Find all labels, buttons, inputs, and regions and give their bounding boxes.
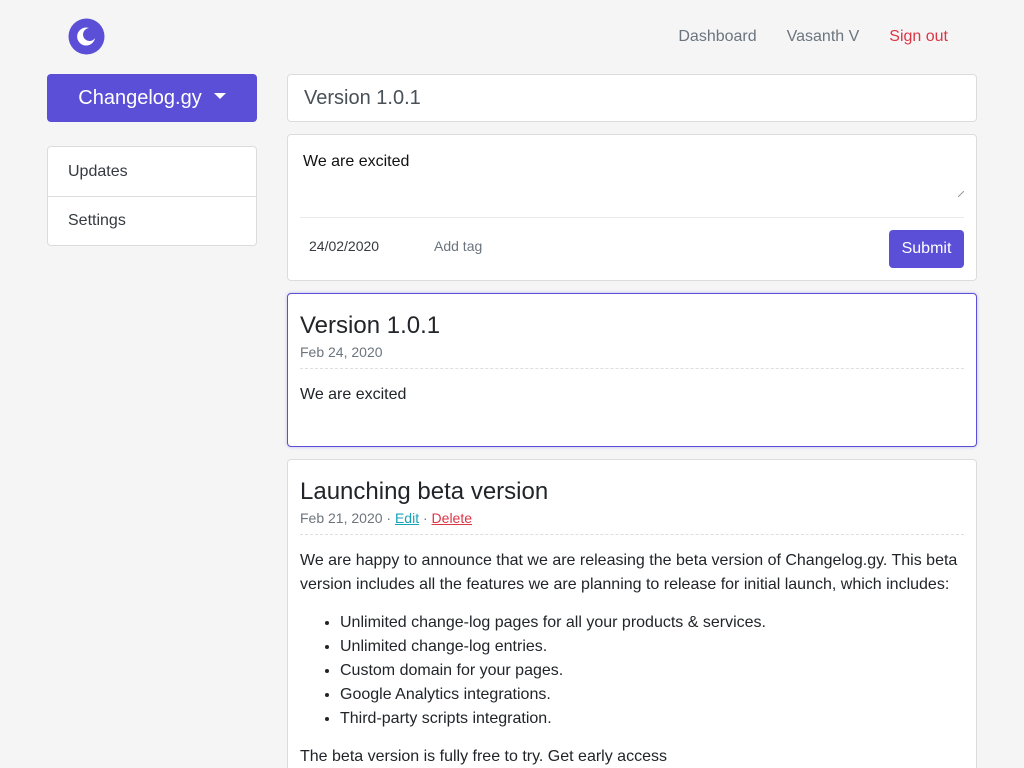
brand-logo-icon[interactable] — [68, 18, 105, 55]
nav-signout-link[interactable]: Sign out — [889, 27, 948, 47]
entry-title-value: Version 1.0.1 — [304, 87, 421, 110]
entry-title: Version 1.0.1 — [300, 312, 964, 340]
edit-entry-link[interactable]: Edit — [395, 510, 419, 526]
editor-divider — [300, 217, 964, 218]
top-nav: Dashboard Vasanth V Sign out — [678, 27, 948, 47]
resize-handle-icon[interactable] — [958, 191, 964, 197]
entry-meta: Feb 24, 2020 — [300, 344, 964, 369]
entry-date-input[interactable]: 24/02/2020 — [309, 238, 383, 254]
meta-separator: · — [423, 510, 428, 526]
list-item: Unlimited change-log entries. — [340, 635, 964, 659]
caret-down-icon — [214, 93, 226, 99]
list-item: Custom domain for your pages. — [340, 659, 964, 683]
list-item: Google Analytics integrations. — [340, 683, 964, 707]
entry-title-input[interactable]: Version 1.0.1 — [287, 74, 977, 122]
list-item: Third-party scripts integration. — [340, 707, 964, 731]
changelog-entry[interactable]: Version 1.0.1 Feb 24, 2020 We are excite… — [287, 293, 977, 447]
project-dropdown-button[interactable]: Changelog.gy — [47, 74, 257, 122]
entry-body-continued: The beta version is fully free to try. G… — [300, 745, 964, 768]
list-item: Unlimited change-log pages for all your … — [340, 611, 964, 635]
nav-dashboard-link[interactable]: Dashboard — [678, 27, 756, 47]
entry-date: Feb 24, 2020 — [300, 344, 383, 360]
entry-meta: Feb 21, 2020 · Edit · Delete — [300, 510, 964, 535]
nav-user-link[interactable]: Vasanth V — [787, 27, 860, 47]
submit-button[interactable]: Submit — [889, 230, 964, 268]
meta-separator: · — [386, 510, 391, 526]
changelog-entry: Launching beta version Feb 21, 2020 · Ed… — [287, 459, 977, 768]
sidebar-item-label: Updates — [68, 163, 128, 181]
project-name: Changelog.gy — [78, 87, 201, 110]
delete-entry-link[interactable]: Delete — [432, 510, 472, 526]
entry-body: We are excited — [300, 383, 964, 407]
feature-list: Unlimited change-log pages for all your … — [340, 611, 964, 731]
entry-body-textarea[interactable]: We are excited — [303, 153, 409, 171]
sidebar-item-updates[interactable]: Updates — [48, 147, 256, 196]
entry-date: Feb 21, 2020 — [300, 510, 383, 526]
sidebar-menu: Updates Settings — [47, 146, 257, 246]
sidebar-item-settings[interactable]: Settings — [48, 196, 256, 245]
entry-title: Launching beta version — [300, 478, 964, 506]
entry-body: We are happy to announce that we are rel… — [300, 549, 964, 597]
sidebar-item-label: Settings — [68, 212, 126, 230]
entry-editor: We are excited 24/02/2020 Add tag Submit — [287, 134, 977, 281]
add-tag-input[interactable]: Add tag — [434, 238, 482, 254]
